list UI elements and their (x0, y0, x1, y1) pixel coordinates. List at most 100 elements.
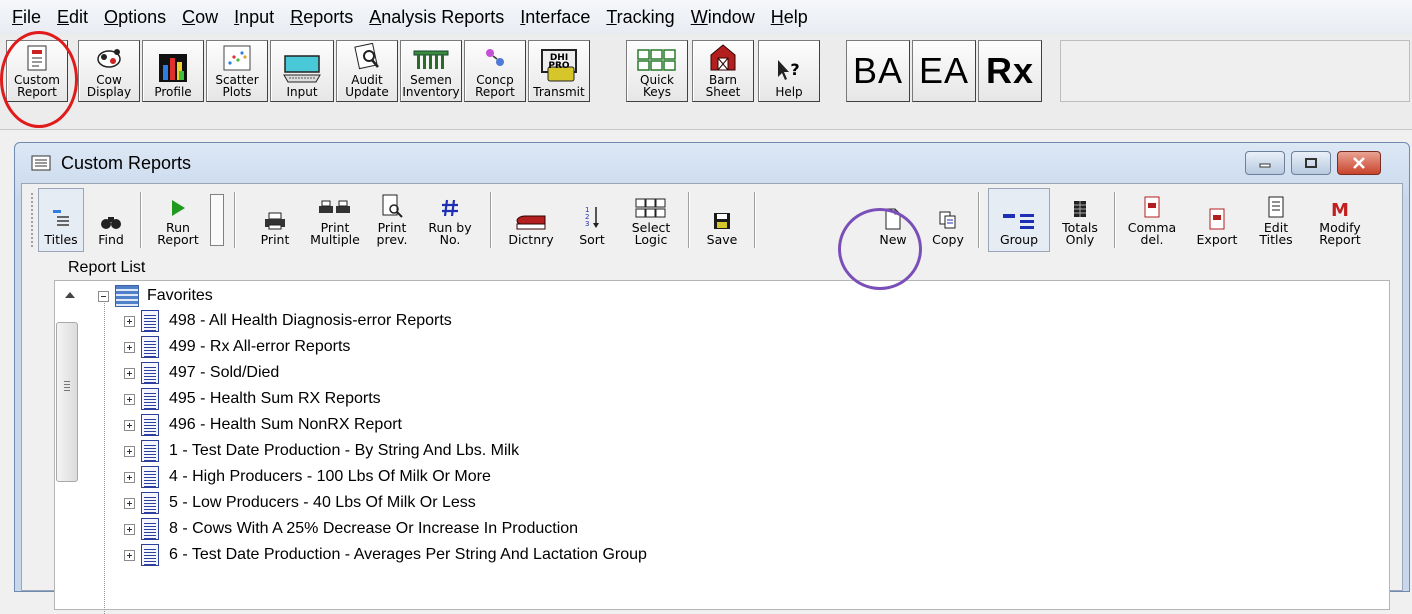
window-title-bar[interactable]: Custom Reports (15, 143, 1409, 183)
export-button[interactable]: Export (1188, 190, 1246, 250)
printer-icon (265, 212, 285, 230)
copy-label: Copy (932, 232, 964, 247)
scatter-plots-button[interactable]: Scatter Plots (206, 40, 268, 102)
quick-keys-button[interactable]: Quick Keys (626, 40, 688, 102)
tree-item[interactable]: 1 - Test Date Production - By String And… (124, 438, 519, 464)
cow-display-button[interactable]: Cow Display (78, 40, 140, 102)
group-button[interactable]: Group (988, 190, 1050, 250)
copy-icon (939, 211, 956, 229)
print-multiple-button[interactable]: Print Multiple (306, 190, 364, 250)
save-button[interactable]: Save (694, 190, 750, 250)
tree-root-favorites[interactable]: Favorites (98, 283, 213, 309)
custom-report-label: Custom Report (14, 73, 60, 99)
menu-reports[interactable]: Reports (290, 0, 353, 34)
semen-inventory-label: Semen Inventory (402, 73, 460, 99)
menu-bar: File Edit Options Cow Input Reports Anal… (0, 0, 1412, 34)
expand-toggle[interactable] (124, 445, 135, 457)
expand-toggle[interactable] (124, 497, 135, 509)
input-button[interactable]: Input (270, 40, 334, 102)
edit-titles-button[interactable]: Edit Titles (1248, 190, 1304, 250)
menu-file[interactable]: File (12, 0, 41, 34)
new-button[interactable]: New (862, 190, 924, 250)
run-by-no-button[interactable]: Run by No. (420, 190, 480, 250)
toolbar-separator (140, 192, 142, 248)
list-window-icon (31, 155, 51, 171)
quick-keys-label: Quick Keys (640, 73, 674, 99)
transmit-button[interactable]: DHI PRO Transmit (528, 40, 590, 102)
run-report-button[interactable]: Run Report (148, 190, 208, 250)
tree-item[interactable]: 8 - Cows With A 25% Decrease Or Increase… (124, 516, 578, 542)
minimize-button[interactable] (1245, 151, 1285, 175)
sort-button[interactable]: 123 Sort (566, 190, 618, 250)
profile-button[interactable]: Profile (142, 40, 204, 102)
comma-delimited-button[interactable]: Comma del. (1120, 190, 1184, 250)
menu-analysis-reports[interactable]: Analysis Reports (369, 0, 504, 34)
toolbar-grip[interactable] (30, 192, 34, 248)
barn-sheet-button[interactable]: Barn Sheet (692, 40, 754, 102)
menu-options-rest: ptions (118, 7, 167, 27)
expand-toggle[interactable] (124, 367, 135, 379)
close-button[interactable] (1337, 151, 1381, 175)
tree-item[interactable]: 496 - Health Sum NonRX Report (124, 412, 402, 438)
scroll-up-arrow-icon[interactable] (65, 292, 75, 298)
expand-toggle[interactable] (124, 315, 135, 327)
ba-button[interactable]: BA (846, 40, 910, 102)
tree-item[interactable]: 6 - Test Date Production - Averages Per … (124, 542, 647, 568)
expand-toggle[interactable] (124, 471, 135, 483)
totals-only-button[interactable]: Totals Only (1052, 190, 1108, 250)
sort-label: Sort (579, 232, 605, 247)
menu-help[interactable]: Help (771, 0, 808, 34)
report-document-icon (141, 362, 159, 384)
dictionary-button[interactable]: Dictnry (498, 190, 564, 250)
copy-button[interactable]: Copy (926, 190, 970, 250)
menu-tracking[interactable]: Tracking (606, 0, 674, 34)
print-button[interactable]: Print (244, 190, 306, 250)
rx-button[interactable]: Rx (978, 40, 1042, 102)
expand-toggle[interactable] (124, 341, 135, 353)
collapse-toggle[interactable] (98, 290, 109, 302)
tree-item-label: 495 - Health Sum RX Reports (169, 390, 381, 407)
tree-item[interactable]: 497 - Sold/Died (124, 360, 279, 386)
modify-report-button[interactable]: M Modify Report (1308, 190, 1372, 250)
find-button[interactable]: Find (88, 190, 134, 250)
audit-update-button[interactable]: Audit Update (336, 40, 398, 102)
menu-cow-rest: ow (195, 7, 219, 27)
tree-item[interactable]: 498 - All Health Diagnosis-error Reports (124, 308, 452, 334)
expand-toggle[interactable] (124, 549, 135, 561)
titles-label: Titles (44, 232, 78, 247)
maximize-button[interactable] (1291, 151, 1331, 175)
menu-edit-rest: dit (69, 7, 89, 27)
menu-window[interactable]: Window (691, 0, 755, 34)
toolbar-empty-area (1060, 40, 1410, 102)
toolbar-separator (688, 192, 690, 248)
run-report-label: Run Report (157, 220, 199, 247)
menu-options[interactable]: Options (104, 0, 166, 34)
menu-interface[interactable]: Interface (520, 0, 590, 34)
expand-toggle[interactable] (124, 523, 135, 535)
tree-item-label: 4 - High Producers - 100 Lbs Of Milk Or … (169, 468, 491, 485)
expand-toggle[interactable] (124, 419, 135, 431)
menu-cow[interactable]: Cow (182, 0, 218, 34)
tree-item[interactable]: 495 - Health Sum RX Reports (124, 386, 381, 412)
titles-button[interactable]: Titles (38, 190, 84, 250)
menu-edit[interactable]: Edit (57, 0, 88, 34)
ea-button[interactable]: EA (912, 40, 976, 102)
tree-item[interactable]: 4 - High Producers - 100 Lbs Of Milk Or … (124, 464, 491, 490)
concp-report-button[interactable]: Concp Report (464, 40, 526, 102)
expand-toggle[interactable] (124, 393, 135, 405)
help-button[interactable]: ? Help (758, 40, 820, 102)
print-label: Print (260, 232, 290, 247)
tree-item[interactable]: 499 - Rx All-error Reports (124, 334, 350, 360)
print-preview-button[interactable]: Print prev. (364, 190, 420, 250)
select-logic-button[interactable]: Select Logic (620, 190, 682, 250)
menu-input[interactable]: Input (234, 0, 274, 34)
modify-m-icon: M (1331, 200, 1349, 218)
run-report-dropdown[interactable] (210, 194, 224, 246)
custom-report-button[interactable]: Custom Report (6, 40, 68, 102)
tree-item[interactable]: 5 - Low Producers - 40 Lbs Of Milk Or Le… (124, 490, 476, 516)
vertical-scrollbar-thumb[interactable] (56, 322, 78, 482)
toolbar-separator (490, 192, 492, 248)
semen-inventory-button[interactable]: Semen Inventory (400, 40, 462, 102)
toolbar-separator (234, 192, 236, 248)
main-toolbar: Custom Report Cow Display Profile Scatte… (0, 34, 1412, 130)
